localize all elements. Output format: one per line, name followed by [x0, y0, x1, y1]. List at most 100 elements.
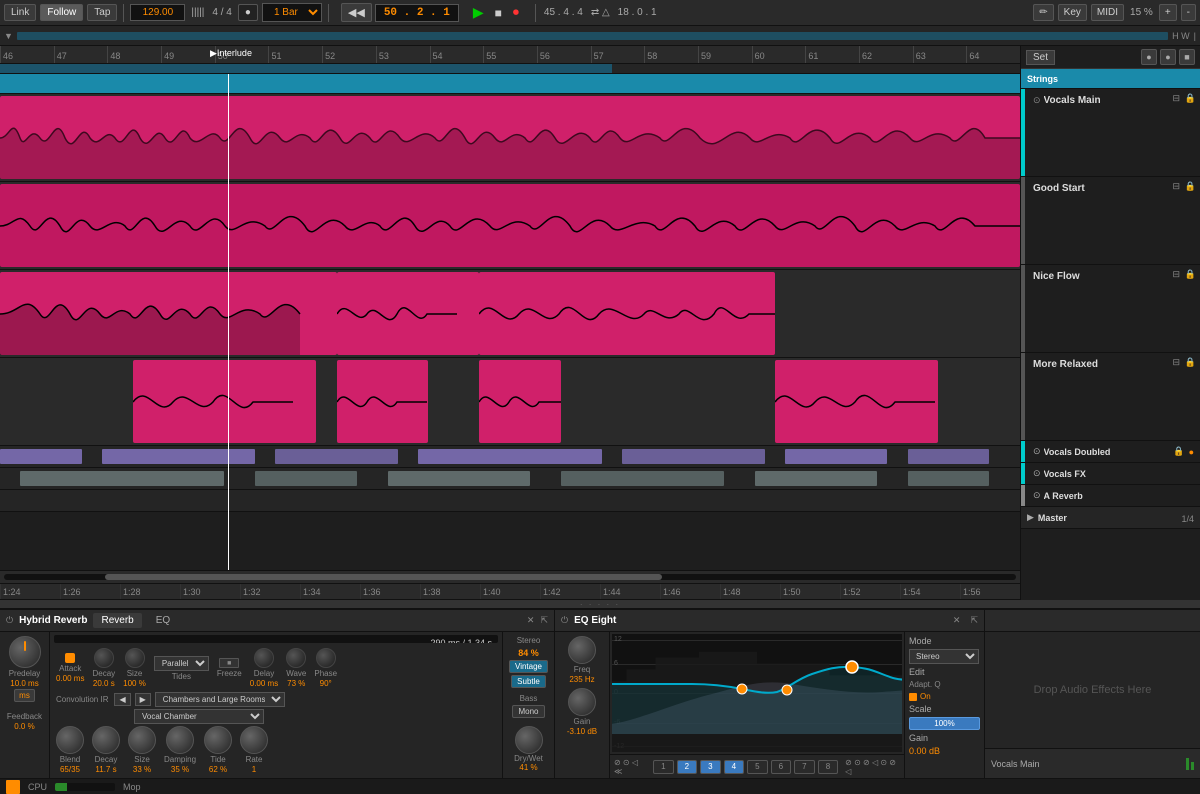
- track-lock-small[interactable]: 🔒: [1173, 446, 1184, 457]
- key-button[interactable]: Key: [1058, 4, 1087, 21]
- status-indicator[interactable]: [6, 780, 20, 794]
- vd-clip1[interactable]: [0, 449, 82, 464]
- good-start-clip[interactable]: [0, 184, 1020, 267]
- scroll-track[interactable]: [4, 574, 1016, 580]
- eq-band-7[interactable]: 7: [794, 760, 815, 774]
- adapt-q-led[interactable]: [909, 693, 917, 701]
- eq-band-8[interactable]: 8: [818, 760, 839, 774]
- reverb-tab1[interactable]: Reverb: [93, 613, 141, 628]
- strings-clip-row[interactable]: Strings: [1021, 69, 1200, 89]
- vd-clip5[interactable]: [622, 449, 765, 464]
- vocal-chamber-select[interactable]: Vocal Chamber: [134, 709, 264, 724]
- eq-expand-btn[interactable]: ⇱: [970, 615, 978, 626]
- eq-band-3[interactable]: 3: [700, 760, 721, 774]
- reverb-tab2[interactable]: EQ: [148, 613, 178, 628]
- tracks-scroll[interactable]: [0, 74, 1020, 570]
- convir-next-btn[interactable]: ▶: [135, 693, 151, 706]
- vfx-clip6[interactable]: [908, 471, 990, 486]
- track-fold-button[interactable]: ⊟: [1172, 93, 1180, 104]
- pencil-button[interactable]: ✏: [1033, 4, 1053, 21]
- strings-top-clip[interactable]: [0, 74, 1020, 93]
- vd-clip6[interactable]: [785, 449, 887, 464]
- eq-node-2[interactable]: [737, 684, 747, 694]
- nice-flow-clip3[interactable]: [479, 272, 775, 355]
- decay-knob[interactable]: [94, 648, 114, 668]
- vd-clip3[interactable]: [275, 449, 397, 464]
- track-fold-button[interactable]: ⊟: [1172, 181, 1180, 192]
- nice-flow-clip1[interactable]: [0, 272, 337, 355]
- eq-node-4[interactable]: [846, 661, 858, 673]
- zoom-out-button[interactable]: -: [1181, 4, 1196, 21]
- vfx-clip4[interactable]: [561, 471, 724, 486]
- eq-band-4[interactable]: 4: [724, 760, 745, 774]
- track-lock-button[interactable]: 🔒: [1185, 93, 1196, 104]
- tap-button[interactable]: Tap: [87, 4, 117, 21]
- eq-power-btn[interactable]: ⏻: [561, 615, 568, 626]
- track-fold-button[interactable]: ⊟: [1172, 269, 1180, 280]
- reverb-expand-btn[interactable]: ⇱: [540, 615, 548, 626]
- eq-band-6[interactable]: 6: [771, 760, 792, 774]
- freeze-btn[interactable]: ■: [219, 658, 239, 668]
- eq-mode-select[interactable]: Stereo L/R M/S: [909, 649, 979, 664]
- size-knob[interactable]: [125, 648, 145, 668]
- set-icon-3[interactable]: ■: [1179, 49, 1195, 65]
- master-fold-icon[interactable]: ▶: [1027, 512, 1034, 523]
- convir-prev-btn[interactable]: ◀: [114, 693, 130, 706]
- eq-gain-knob[interactable]: [568, 688, 596, 716]
- track-lock-button[interactable]: 🔒: [1185, 269, 1196, 280]
- set-icon-2[interactable]: ●: [1160, 49, 1176, 65]
- eq-freq-knob[interactable]: [568, 636, 596, 664]
- ms-toggle[interactable]: ms: [14, 689, 35, 702]
- more-relaxed-clip2[interactable]: [337, 360, 429, 443]
- algorithm-select[interactable]: Parallel Serial: [154, 656, 209, 671]
- phase-knob[interactable]: [316, 648, 336, 668]
- reverb-power-btn[interactable]: ⏻: [6, 615, 13, 626]
- set-icon-1[interactable]: ●: [1141, 49, 1157, 65]
- nice-flow-clip2[interactable]: [337, 272, 480, 355]
- eq-node-3[interactable]: [782, 685, 792, 695]
- attack-led[interactable]: [65, 653, 75, 663]
- horizontal-scrollbar[interactable]: [0, 570, 1020, 584]
- eq-band-2[interactable]: 2: [677, 760, 698, 774]
- eq-band-5[interactable]: 5: [747, 760, 768, 774]
- scale-val-btn[interactable]: 100%: [909, 717, 980, 730]
- eq-band-1[interactable]: 1: [653, 760, 674, 774]
- convir-category-select[interactable]: Chambers and Large Rooms: [155, 692, 285, 707]
- vocals-main-clip[interactable]: [0, 96, 1020, 179]
- track-fold-button[interactable]: ⊟: [1172, 357, 1180, 368]
- subtle-btn[interactable]: Subtle: [511, 675, 546, 688]
- play-button[interactable]: ▶: [469, 4, 488, 21]
- resize-handle[interactable]: · · · · ·: [0, 600, 1200, 608]
- delay-knob[interactable]: [254, 648, 274, 668]
- track-fold-icon3[interactable]: ⊙: [1033, 468, 1041, 479]
- quantize-select[interactable]: 1 Bar: [262, 3, 322, 22]
- eq-graph[interactable]: 12 6 0 -6 -12: [612, 634, 902, 752]
- vfx-clip2[interactable]: [255, 471, 357, 486]
- track-lock-button[interactable]: 🔒: [1185, 357, 1196, 368]
- more-relaxed-clip4[interactable]: [775, 360, 938, 443]
- wave-knob[interactable]: [286, 648, 306, 668]
- track-fold-icon2[interactable]: ⊙: [1033, 446, 1041, 457]
- link-button[interactable]: Link: [4, 4, 36, 21]
- track-fold-icon[interactable]: ⊙: [1033, 95, 1041, 106]
- send-indicator[interactable]: ●: [1189, 447, 1194, 457]
- reverb-close-btn[interactable]: ✕: [527, 615, 535, 626]
- record-button[interactable]: ⏺: [509, 5, 523, 20]
- zoom-in-button[interactable]: +: [1159, 4, 1177, 21]
- eq-close-btn[interactable]: ✕: [953, 615, 961, 626]
- rewind-button[interactable]: ◀◀: [341, 3, 372, 22]
- vd-clip7[interactable]: [908, 449, 990, 464]
- mono-btn[interactable]: Mono: [512, 705, 544, 718]
- vd-clip2[interactable]: [102, 449, 255, 464]
- overview-bar[interactable]: [17, 32, 1168, 40]
- bpm-input[interactable]: [130, 4, 185, 21]
- vfx-clip1[interactable]: [20, 471, 224, 486]
- vd-clip4[interactable]: [418, 449, 602, 464]
- more-relaxed-clip1[interactable]: [133, 360, 317, 443]
- vfx-clip3[interactable]: [388, 471, 531, 486]
- predelay-knob[interactable]: [9, 636, 41, 668]
- metronome-button[interactable]: ●: [238, 4, 258, 21]
- follow-button[interactable]: Follow: [40, 4, 83, 21]
- vfx-clip5[interactable]: [755, 471, 877, 486]
- scroll-thumb[interactable]: [105, 574, 662, 580]
